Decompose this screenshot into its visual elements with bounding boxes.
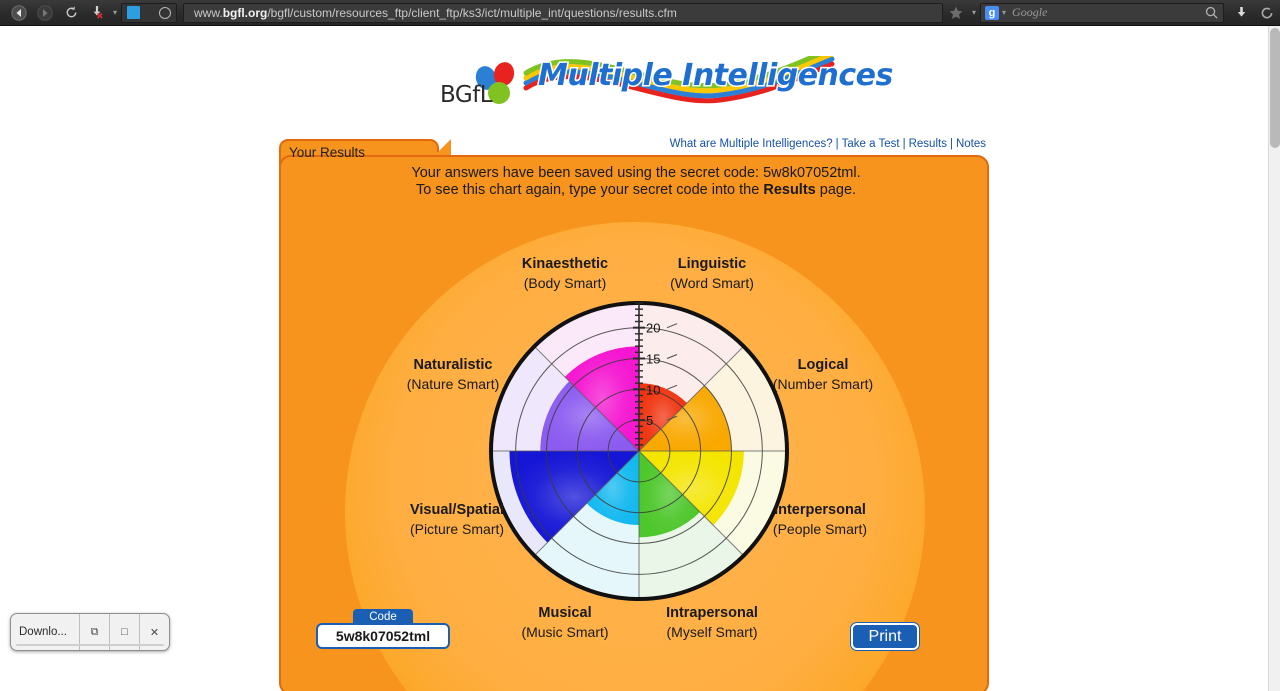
download-button[interactable]: [84, 3, 110, 23]
chart-sublabel-intrapersonal: (Myself Smart): [667, 624, 758, 640]
secret-code-value[interactable]: 5w8k07052tml: [316, 623, 450, 649]
search-icon[interactable]: [1204, 5, 1219, 20]
nav-link-notes[interactable]: Notes: [956, 138, 986, 150]
toolbar-sync-icon[interactable]: [1254, 3, 1280, 23]
url-text: www.bgfl.org/bgfl/custom/resources_ftp/c…: [194, 5, 677, 20]
forward-button[interactable]: [32, 3, 58, 23]
chart-sublabel-linguistic: (Word Smart): [670, 275, 754, 291]
chart-label-visual-spatial: Visual/Spatial: [410, 502, 504, 518]
bgfl-logo[interactable]: BGfL: [440, 59, 520, 108]
page-content: BGfL Multiple Intelligences What are Mul…: [0, 26, 1268, 691]
bookmark-square-icon: [127, 6, 141, 19]
chart-sublabel-kinaesthetic: (Body Smart): [524, 275, 606, 291]
axis-tick-label: 20: [646, 321, 660, 336]
axis-tick-label: 15: [646, 352, 660, 367]
bookmark-star-button[interactable]: [943, 3, 969, 23]
top-nav: What are Multiple Intelligences? | Take a …: [670, 138, 986, 150]
nav-link-results[interactable]: Results: [909, 138, 947, 150]
toolbar-download-icon[interactable]: [1228, 3, 1254, 23]
chart-label-kinaesthetic: Kinaesthetic: [522, 256, 608, 272]
chart-sublabel-visual-spatial: (Picture Smart): [410, 521, 504, 537]
bookmarks-button[interactable]: [121, 2, 178, 23]
chart-label-intrapersonal: Intrapersonal: [666, 605, 758, 621]
chart-label-interpersonal: Interpersonal: [774, 502, 866, 518]
search-input[interactable]: Google: [1012, 5, 1204, 20]
chart-label-logical: Logical: [798, 357, 849, 373]
reload-button[interactable]: [58, 3, 84, 23]
print-button[interactable]: Print: [851, 623, 919, 650]
chart-label-linguistic: Linguistic: [678, 256, 746, 272]
axis-tick-label: 5: [646, 413, 653, 428]
google-icon[interactable]: g: [985, 5, 1000, 20]
bgfl-logo-text: BGfL: [440, 82, 493, 108]
nav-sep: |: [949, 138, 953, 150]
nav-sep: |: [902, 138, 906, 150]
download-caret-icon[interactable]: ▾: [113, 8, 117, 17]
scrollbar-thumb[interactable]: [1270, 28, 1280, 148]
search-engine-caret-icon[interactable]: ▾: [1002, 8, 1006, 17]
chart-sublabel-naturalistic: (Nature Smart): [407, 376, 500, 392]
nav-sep: |: [835, 138, 839, 150]
search-bar[interactable]: g ▾ Google: [980, 2, 1224, 23]
nav-link-take-a-test[interactable]: Take a Test: [842, 138, 900, 150]
nav-link-what-are-mi[interactable]: What are Multiple Intelligences?: [670, 138, 833, 150]
bookmark-caret-icon[interactable]: ▾: [972, 8, 976, 17]
chart-sublabel-interpersonal: (People Smart): [773, 521, 867, 537]
chart-label-musical: Musical: [538, 605, 591, 621]
back-button[interactable]: [6, 3, 32, 23]
identity-circle-icon: [159, 6, 172, 19]
download-popup-progress-bar: [16, 644, 164, 646]
chart-label-naturalistic: Naturalistic: [414, 357, 493, 373]
tab-your-results-label: Your Results: [289, 145, 366, 160]
chart-sublabel-logical: (Number Smart): [773, 376, 873, 392]
page-title: Multiple Intelligences: [537, 57, 895, 95]
page-scrollbar[interactable]: [1268, 26, 1280, 691]
browser-toolbar: ▾ www.bgfl.org/bgfl/custom/resources_ftp…: [0, 0, 1280, 26]
chart-sublabel-musical: (Music Smart): [521, 624, 608, 640]
site-header: BGfL Multiple Intelligences: [0, 26, 1268, 108]
site-title-banner: Multiple Intelligences: [520, 56, 895, 108]
axis-tick-label: 10: [646, 382, 660, 397]
url-bar[interactable]: www.bgfl.org/bgfl/custom/resources_ftp/c…: [183, 2, 944, 23]
